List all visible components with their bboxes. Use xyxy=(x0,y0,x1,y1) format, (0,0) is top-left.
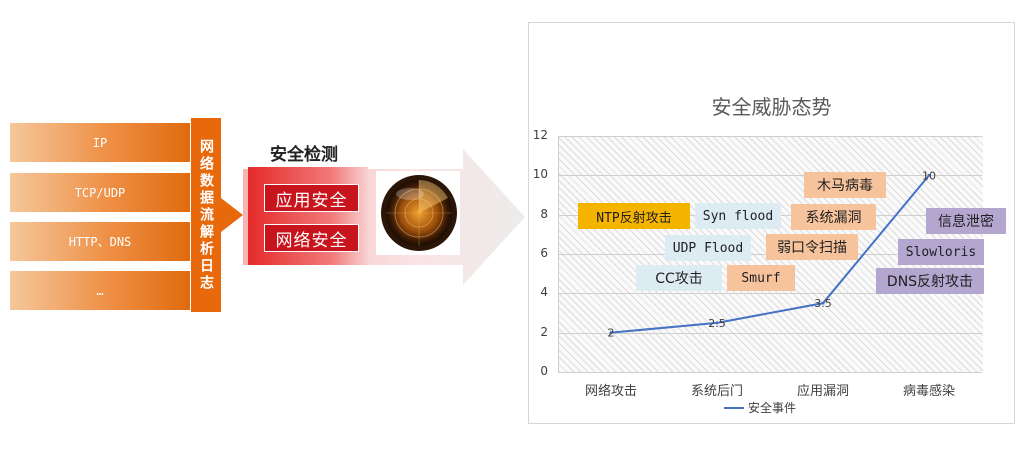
threat-label-dns: DNS反射攻击 xyxy=(876,268,984,294)
threat-label-trojan: 木马病毒 xyxy=(804,172,886,198)
chart-series-layer: 2 2.5 3.5 10 xyxy=(608,169,937,340)
threat-label-weak-password: 弱口令扫描 xyxy=(766,234,858,260)
chart-legend: 安全事件 xyxy=(724,399,796,416)
legend-label: 安全事件 xyxy=(748,401,797,415)
threat-label-syn-flood: Syn flood xyxy=(695,203,781,229)
threat-label-system-vuln: 系统漏洞 xyxy=(791,204,876,230)
threat-label-info-leak: 信息泄密 xyxy=(926,208,1006,234)
data-label: 10 xyxy=(922,169,936,182)
data-label: 3.5 xyxy=(814,297,832,310)
legend-line-icon xyxy=(724,406,744,409)
data-label: 2 xyxy=(608,327,615,340)
threat-label-smurf: Smurf xyxy=(727,265,795,291)
threat-label-udp-flood: UDP Flood xyxy=(665,235,751,261)
data-label: 2.5 xyxy=(708,317,726,330)
threat-label-slowloris: Slowloris xyxy=(898,239,984,265)
threat-label-cc: CC攻击 xyxy=(636,265,722,291)
threat-label-ntp: NTP反射攻击 xyxy=(578,203,690,229)
